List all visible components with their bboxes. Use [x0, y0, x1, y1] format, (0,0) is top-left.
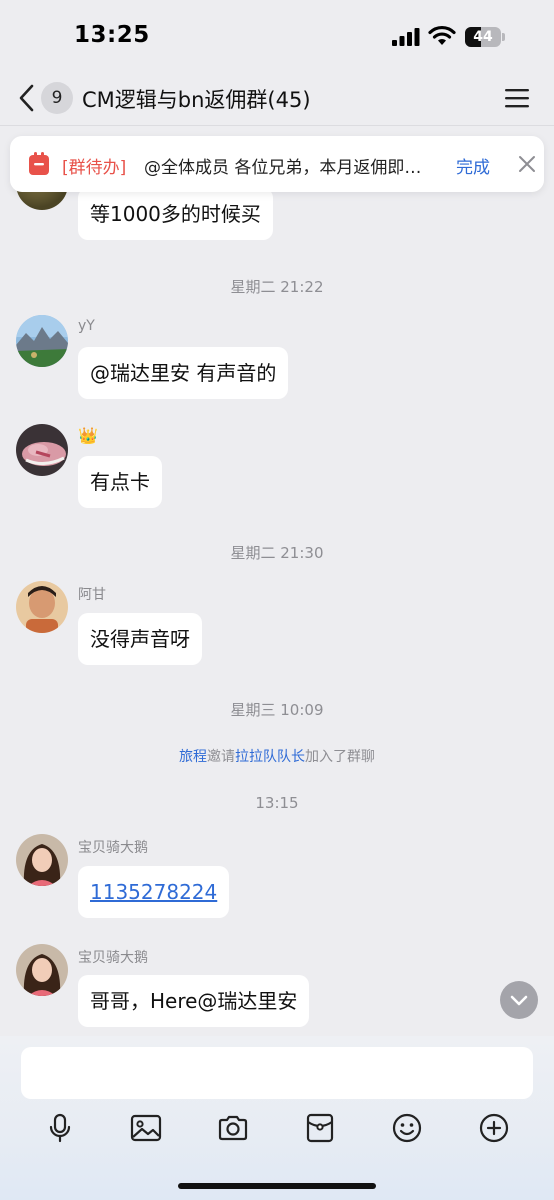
plus-icon[interactable]: [478, 1112, 510, 1144]
system-message: 旅程邀请拉拉队队长加入了群聊: [0, 746, 554, 766]
todo-clipboard-icon: [29, 152, 49, 175]
sender-name: 👑: [78, 426, 98, 445]
message-bubble-link[interactable]: 1135278224: [78, 866, 230, 918]
battery-icon: 44: [465, 27, 505, 47]
microphone-icon[interactable]: [44, 1112, 76, 1144]
red-packet-icon[interactable]: [304, 1112, 336, 1144]
menu-icon[interactable]: [504, 87, 530, 109]
message-bubble[interactable]: @瑞达里安 有声音的: [78, 347, 289, 399]
chevron-down-icon: [510, 995, 528, 1006]
avatar[interactable]: [16, 315, 68, 367]
avatar[interactable]: [16, 424, 68, 476]
back-chevron-icon[interactable]: [14, 80, 40, 116]
invitee-link[interactable]: 拉拉队队长: [235, 749, 305, 765]
sender-name: 阿甘: [78, 587, 106, 603]
inviter-link[interactable]: 旅程: [179, 749, 207, 765]
sender-name: 宝贝骑大鹅: [78, 950, 148, 966]
sender-name: 宝贝骑大鹅: [78, 840, 148, 856]
message-bubble[interactable]: 没得声音呀: [78, 613, 202, 665]
message-bubble[interactable]: 等1000多的时候买: [78, 188, 273, 240]
todo-text[interactable]: @全体成员 各位兄弟，本月返佣即将发放: [144, 153, 436, 178]
wifi-icon: [428, 25, 456, 45]
unread-count-badge[interactable]: 9: [41, 82, 73, 114]
system-text: 加入了群聊: [305, 749, 375, 765]
scroll-to-bottom-button[interactable]: [500, 981, 538, 1019]
system-text: 邀请: [207, 749, 235, 765]
input-panel: [0, 1036, 554, 1200]
message-bubble[interactable]: 哥哥，Here@瑞达里安: [78, 975, 310, 1027]
todo-done-button[interactable]: 完成: [456, 153, 490, 178]
group-title[interactable]: CM逻辑与bn返佣群(45): [82, 84, 311, 114]
todo-tag: [群待办]: [62, 158, 127, 178]
camera-icon[interactable]: [217, 1112, 249, 1144]
timestamp: 星期三 10:09: [230, 701, 324, 719]
status-time: 13:25: [74, 22, 150, 48]
chat-header: 9 CM逻辑与bn返佣群(45): [0, 70, 554, 126]
close-icon[interactable]: [518, 155, 536, 173]
avatar[interactable]: [16, 944, 68, 996]
battery-percent: 44: [473, 29, 493, 45]
timestamp: 星期二 21:22: [230, 278, 324, 296]
timestamp: 13:15: [255, 794, 299, 812]
image-icon[interactable]: [130, 1112, 162, 1144]
avatar[interactable]: [16, 581, 68, 633]
message-list[interactable]: 等1000多的时候买 星期二 21:22 yY @瑞达里安 有声音的 👑 有点卡…: [0, 126, 554, 1036]
message-input[interactable]: [21, 1047, 533, 1099]
emoji-icon[interactable]: [391, 1112, 423, 1144]
sender-name: yY: [78, 318, 95, 334]
status-bar: 13:25 44: [0, 0, 554, 70]
group-todo-banner[interactable]: [群待办] @全体成员 各位兄弟，本月返佣即将发放 完成: [10, 136, 544, 192]
message-bubble[interactable]: 有点卡: [78, 456, 162, 508]
timestamp: 星期二 21:30: [230, 544, 324, 562]
avatar[interactable]: [16, 834, 68, 886]
cellular-signal-icon: [392, 28, 420, 46]
home-indicator[interactable]: [178, 1183, 376, 1189]
